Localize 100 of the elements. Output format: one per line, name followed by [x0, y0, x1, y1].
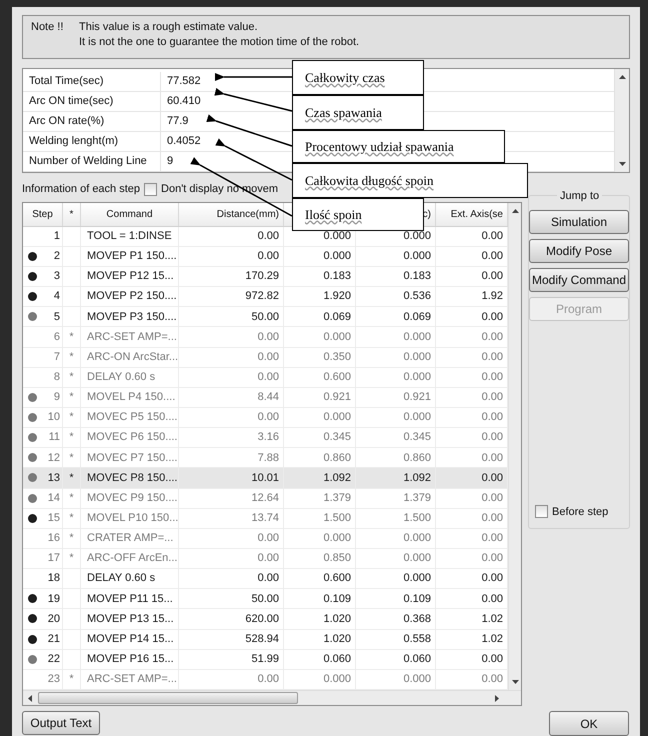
table-row[interactable]: 14 * MOVEC P9 150.... 12.64 1.379 1.379 0.00 — [23, 488, 508, 509]
table-cell-text: MOVEP P16 15... — [87, 652, 174, 667]
checkbox[interactable] — [144, 182, 158, 196]
table-row[interactable]: 9 * MOVEL P4 150.... 8.44 0.921 0.921 0.00 — [23, 388, 508, 408]
summary-label: Total Time(sec) — [23, 72, 161, 91]
scrollbar[interactable] — [508, 203, 521, 690]
table-row[interactable]: 1 TOOL = 1:DINSE 0.00 0.000 0.000 0.00 — [23, 226, 508, 247]
table-cell-text: 0.00 — [258, 229, 279, 244]
annotation-callout: Procentowy udział spawania — [292, 130, 505, 163]
down-arrow-icon — [512, 680, 518, 684]
table-row[interactable]: 3 MOVEP P12 15... 170.29 0.183 0.183 0.00 — [23, 266, 508, 288]
table-cell-text: 170.29 — [245, 269, 279, 284]
table-row[interactable]: 18 DELAY 0.60 s 0.00 0.600 0.000 0.00 — [23, 569, 508, 590]
note-text: This value is a rough estimate value. — [79, 20, 259, 35]
table-cell-text: 0.00 — [482, 269, 503, 284]
table-cell-text: 0.000 — [403, 551, 431, 566]
table-cell-text: 19 — [48, 592, 60, 607]
table-cell-text: ARC-SET AMP=... — [87, 672, 177, 688]
table-row[interactable]: 17 * ARC-OFF ArcEn... 0.00 0.850 0.000 0.00 — [23, 548, 508, 570]
checkbox[interactable] — [535, 505, 548, 518]
table-cell-text: * — [69, 531, 74, 546]
section-label: Information of each step — [22, 182, 140, 197]
up-arrow-icon — [512, 209, 518, 213]
table-row[interactable]: 13 * MOVEC P8 150.... 10.01 1.092 1.092 0.00 — [23, 468, 508, 489]
table-cell-text: 972.82 — [245, 289, 279, 304]
table-cell-text: MOVEP P12 15... — [87, 269, 174, 284]
table-cell-text: 11 — [48, 430, 60, 446]
table-cell-text: 9 — [54, 390, 60, 406]
table-cell-text: 0.000 — [403, 370, 431, 385]
table-row[interactable]: 10 * MOVEC P5 150.... 0.00 0.000 0.000 0.00 — [23, 408, 508, 428]
table-row[interactable]: 8 * DELAY 0.60 s 0.00 0.600 0.000 0.00 — [23, 368, 508, 388]
table-row[interactable]: 15 * MOVEL P10 150... 13.74 1.500 1.500 0.00 — [23, 508, 508, 529]
table-row[interactable]: 7 * ARC-ON ArcStar... 0.00 0.350 0.000 0.00 — [23, 348, 508, 368]
table-cell-text: ARC-OFF ArcEn... — [87, 551, 178, 566]
table-row[interactable]: 16 * CRATER AMP=... 0.00 0.000 0.000 0.00 — [23, 528, 508, 549]
table-cell-text: ARC-SET AMP=... — [87, 330, 177, 345]
down-arrow-icon — [618, 162, 626, 166]
summary-label: Arc ON rate(%) — [23, 112, 161, 131]
table-cell-text: 0.000 — [323, 672, 351, 688]
table-cell-text: * — [69, 430, 74, 446]
table-cell-text: 1.02 — [482, 612, 503, 627]
table-cell-text: * — [69, 390, 74, 406]
summary-value: 60.410 — [166, 94, 201, 110]
table-cell-text: 0.600 — [323, 370, 351, 385]
table-row[interactable]: 11 * MOVEC P6 150.... 3.16 0.345 0.345 0.00 — [23, 428, 508, 448]
annotation-callout: Ilość spoin — [292, 198, 424, 231]
table-row[interactable]: 21 MOVEP P14 15... 528.94 1.020 0.558 1.02 — [23, 630, 508, 650]
summary-value: 0.4052 — [166, 134, 201, 150]
table-cell-text: 0.558 — [403, 632, 431, 647]
scroll-thumb[interactable] — [38, 692, 298, 704]
table-cell-text: 1.379 — [323, 490, 351, 506]
table-row[interactable]: 2 MOVEP P1 150.... 0.00 0.000 0.000 0.00 — [23, 246, 508, 267]
table-cell-text: 0.00 — [482, 531, 503, 546]
table-row[interactable]: 20 MOVEP P13 15... 620.00 1.020 0.368 1.02 — [23, 609, 508, 630]
table-cell-text: * — [69, 370, 74, 385]
table-cell-text: 0.350 — [323, 350, 351, 365]
column-header[interactable]: Command — [106, 206, 153, 222]
table-cell-text: 0.00 — [482, 430, 503, 446]
column-header[interactable]: Step — [32, 206, 53, 222]
table-cell-text: 51.99 — [251, 652, 279, 667]
button[interactable]: Modify Command — [529, 268, 629, 292]
table-row[interactable]: 12 * MOVEC P7 150.... 7.88 0.860 0.860 0.00 — [23, 448, 508, 468]
button[interactable]: Output Text — [22, 711, 100, 735]
table-cell-text: 0.00 — [482, 571, 503, 586]
table-cell-text: 1.500 — [403, 510, 431, 526]
table-cell-text: 0.069 — [403, 310, 431, 325]
summary-value: 77.582 — [166, 74, 201, 90]
summary-value: 77.9 — [166, 114, 188, 130]
table-cell-text: 0.00 — [482, 390, 503, 406]
table-row[interactable]: 19 MOVEP P11 15... 50.00 0.109 0.109 0.00 — [23, 589, 508, 610]
scrollbar[interactable] — [614, 69, 629, 172]
button[interactable]: Simulation — [529, 210, 629, 234]
table-row[interactable]: 6 * ARC-SET AMP=... 0.00 0.000 0.000 0.00 — [23, 327, 508, 348]
table-cell-text: 12 — [48, 450, 60, 466]
table-row[interactable]: 5 MOVEP P3 150.... 50.00 0.069 0.069 0.00 — [23, 307, 508, 328]
button[interactable]: OK — [549, 711, 629, 736]
table-cell-text: 0.860 — [403, 450, 431, 466]
table-cell-text: * — [69, 350, 74, 365]
table-cell-text: 21 — [48, 632, 60, 647]
column-header[interactable]: * — [70, 206, 74, 222]
table-cell-text: * — [69, 470, 74, 486]
table-row[interactable]: 4 MOVEP P2 150.... 972.82 1.920 0.536 1.92 — [23, 287, 508, 308]
table-cell-text: 0.000 — [403, 410, 431, 426]
table-row[interactable]: 22 MOVEP P16 15... 51.99 0.060 0.060 0.00 — [23, 650, 508, 670]
column-header[interactable]: Ext. Axis(se — [450, 206, 503, 222]
table-cell-text: 17 — [48, 551, 60, 566]
table-cell-text: 8.44 — [258, 390, 279, 406]
table-cell-text: 0.368 — [403, 612, 431, 627]
table-cell-text: 10 — [48, 410, 60, 426]
table-cell-text: MOVEL P10 150... — [87, 510, 178, 526]
table-cell-text: 0.921 — [323, 390, 351, 406]
right-arrow-icon — [495, 694, 499, 702]
up-arrow-icon — [618, 75, 626, 79]
table-cell-text: 14 — [48, 490, 60, 506]
table-row[interactable]: 23 * ARC-SET AMP=... 0.00 0.000 0.000 0.00 — [23, 670, 508, 690]
horizontal-scrollbar[interactable] — [23, 690, 521, 705]
column-header[interactable]: Distance(mm) — [216, 206, 279, 222]
table-cell-text: 4 — [54, 289, 60, 304]
table-cell-text: 0.00 — [258, 410, 279, 426]
button[interactable]: Modify Pose — [529, 239, 629, 263]
